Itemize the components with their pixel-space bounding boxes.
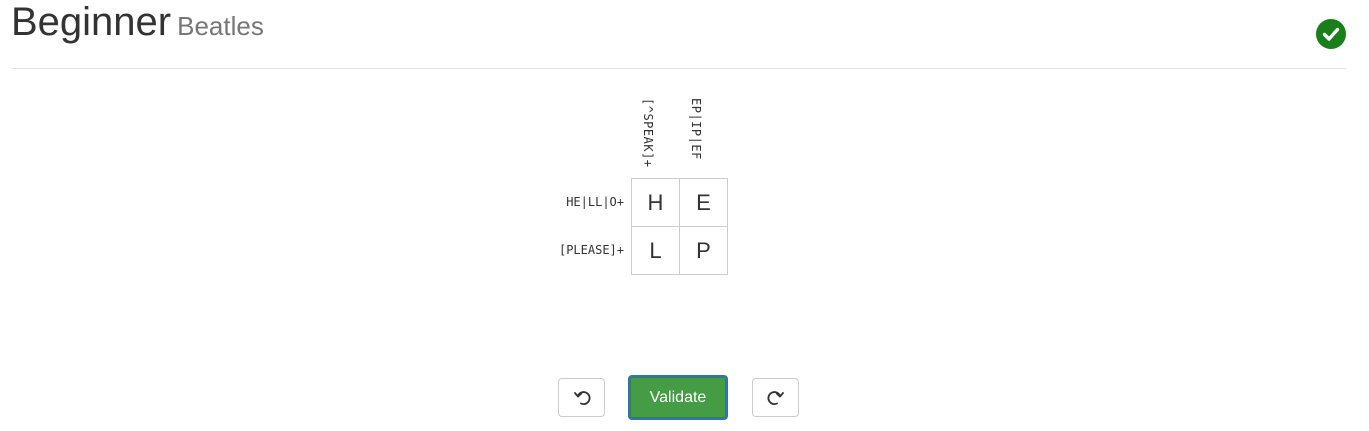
grid-cell[interactable]: L: [632, 227, 680, 275]
undo-icon: [573, 390, 590, 405]
validate-button[interactable]: Validate: [628, 375, 728, 420]
column-clue-2: EP|IP|EF: [679, 98, 727, 172]
redo-icon: [767, 390, 784, 405]
subtitle-text: Beatles: [177, 11, 264, 41]
grid-cell[interactable]: H: [632, 179, 680, 227]
page-title: Beginner Beatles: [11, 0, 264, 48]
title-text: Beginner: [11, 0, 172, 44]
undo-button[interactable]: [558, 378, 605, 417]
redo-button[interactable]: [752, 378, 799, 417]
column-clue-text: [^SPEAK]+: [641, 98, 655, 168]
row-clue-2: [PLEASE]+: [558, 243, 624, 257]
grid-cell[interactable]: P: [680, 227, 728, 275]
check-circle-icon: [1316, 19, 1346, 49]
grid-cell[interactable]: E: [680, 179, 728, 227]
header: Beginner Beatles: [11, 0, 1346, 69]
puzzle-grid: H E L P: [631, 178, 728, 275]
row-clue-1: HE|LL|O+: [566, 195, 624, 209]
column-clue-1: [^SPEAK]+: [631, 98, 679, 172]
column-clue-text: EP|IP|EF: [689, 98, 703, 160]
